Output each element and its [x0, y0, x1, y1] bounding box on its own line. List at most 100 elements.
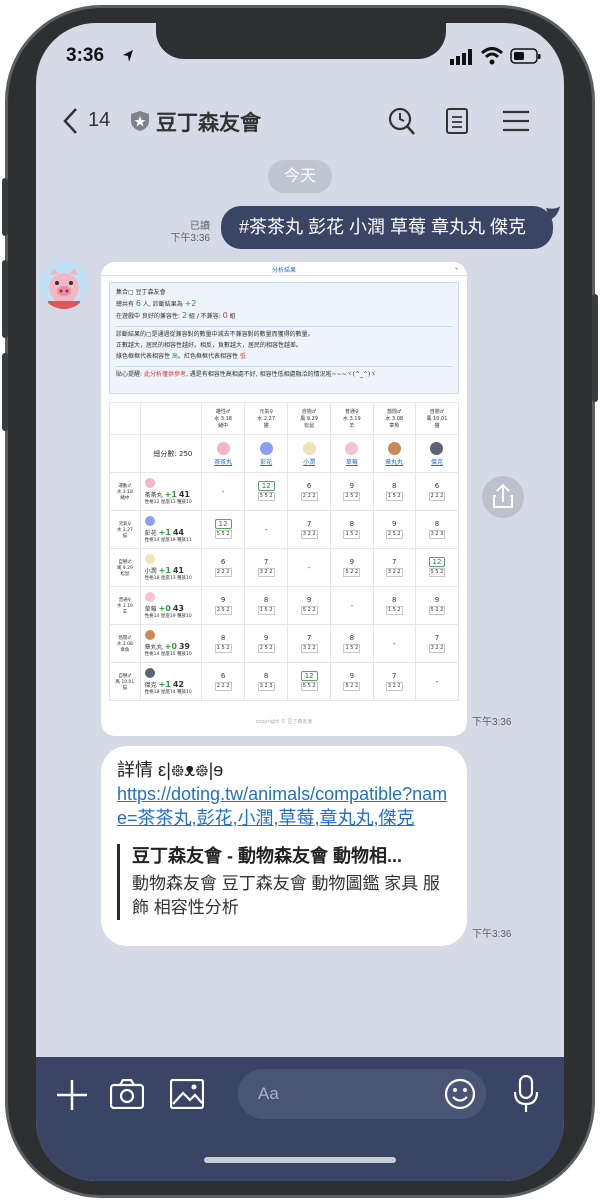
compat-cell: -: [330, 586, 374, 625]
preview-title: 豆丁森友會 - 動物森友會 動物相...: [132, 846, 402, 866]
villager-icon: [430, 441, 444, 455]
back-count[interactable]: 14: [88, 109, 110, 132]
column-name-cell: 彭花: [244, 434, 289, 473]
summary-count: 總共有 6 人, 診斷結果為 +2: [116, 299, 197, 308]
microphone-icon[interactable]: [512, 1075, 540, 1113]
row-villager: 茶茶丸 +1 41 性格12 星座13 種族10: [139, 472, 203, 511]
collapse-chevron-icon: ⌄: [453, 264, 459, 271]
compat-breakdown: 2 5 2: [245, 644, 287, 653]
power-button: [592, 294, 598, 402]
compat-value: 8: [434, 520, 440, 528]
avatar[interactable]: [40, 261, 88, 309]
compat-value: 12: [214, 519, 232, 529]
column-name[interactable]: 小潤: [288, 457, 330, 466]
row-name: 彭花: [144, 530, 157, 537]
compat-value: 7: [263, 558, 269, 566]
outgoing-message[interactable]: #茶茶丸 彭花 小潤 草莓 章丸丸 傑克: [221, 206, 553, 249]
compat-breakdown-chip: 2 2 2: [214, 568, 232, 577]
row-villager: 草莓 +0 43 性格14 星座19 種族10: [139, 586, 203, 625]
summary-note: 貼心提醒: 此分析僅供參考, 遇是有相容性高相處不好, 相容性低相處融洽的情況啦…: [116, 371, 377, 378]
result-image[interactable]: 分析結果 ⌄ 集合▢ 豆丁森友會 總共有 6 人, 診斷結果為 +2 在遊戲中 …: [101, 262, 467, 736]
compat-breakdown-chip: 3 2 2: [257, 568, 275, 577]
menu-icon[interactable]: [502, 109, 530, 133]
compat-value: 9: [349, 672, 355, 680]
compat-cell: 9 5 2 2: [287, 586, 332, 625]
back-chevron-icon[interactable]: [62, 107, 78, 135]
row-breakdown: 性格12 星座13 種族10: [144, 500, 192, 505]
compat-cell: -: [414, 662, 460, 701]
row-score: +1: [164, 490, 177, 499]
villager-icon: [144, 554, 155, 564]
row-breakdown: 性格18 星座14 種族10: [144, 690, 192, 695]
compat-breakdown-chip: 3 2 3: [257, 682, 275, 691]
compat-breakdown-chip: 3 2 2: [428, 644, 446, 653]
compat-breakdown-chip: 2 5 2: [257, 644, 275, 653]
date-divider: 今天: [268, 160, 332, 193]
message-time: 下午3:36: [170, 233, 210, 244]
compat-cell: -: [244, 510, 289, 549]
compat-breakdown-chip: 3 2 2: [300, 530, 318, 539]
row-name: 傑克: [144, 682, 157, 689]
column-name[interactable]: 傑克: [416, 457, 458, 466]
compat-value: 6: [220, 558, 226, 566]
column-name[interactable]: 茶茶丸: [202, 457, 244, 466]
camera-icon[interactable]: [110, 1079, 144, 1109]
table-row: 元氣♀ 水 2.27 猫彭花 +1 44 性格14 星座19 種族11 12 5 5 …: [109, 510, 460, 549]
villager-icon: [345, 441, 359, 455]
image-time: 下午3:36: [472, 717, 512, 728]
row-info: 運動♂ 水 3.18 緒中: [109, 472, 141, 511]
column-name[interactable]: 草莓: [331, 457, 372, 466]
compat-breakdown-chip: 1 5 2: [343, 644, 361, 653]
compat-breakdown: 3 2 2: [288, 644, 330, 653]
detail-link[interactable]: https://doting.tw/animals/compatible?nam…: [117, 782, 451, 830]
compat-breakdown-chip: 1 5 2: [385, 606, 403, 615]
emoji-icon[interactable]: [444, 1078, 476, 1110]
compat-value: 8: [220, 634, 226, 642]
compat-breakdown-chip: 1 5 2: [214, 644, 232, 653]
compat-breakdown: 2 5 2: [374, 530, 415, 539]
compat-cell: -: [201, 472, 246, 511]
row-score: +1: [158, 566, 171, 575]
compat-breakdown-chip: 2 5 2: [214, 606, 232, 615]
compat-value: -: [350, 601, 354, 610]
compat-value: 8: [392, 482, 397, 490]
column-name[interactable]: 彭花: [245, 457, 287, 466]
table-row: 自戀♂ 風 10.01 猫傑克 +1 42 性格18 星座14 種族10 6 2 2 …: [109, 662, 460, 701]
volume-up-button: [2, 260, 8, 338]
plus-icon[interactable]: [56, 1079, 88, 1111]
compat-value: 12: [257, 481, 275, 491]
compat-cell: 8 1 5 2: [330, 624, 374, 663]
compat-breakdown-chip: 1 5 2: [343, 530, 361, 539]
link-prefix: 詳情: [117, 760, 159, 780]
row-breakdown: 性格14 星座15 種族10: [144, 652, 192, 657]
search-icon[interactable]: [388, 107, 416, 137]
compat-breakdown: 2 5 2: [331, 492, 372, 501]
compat-value: 9: [263, 634, 269, 642]
compat-breakdown: 1 5 2: [374, 492, 415, 501]
column-name-cell: 傑克: [414, 434, 460, 473]
compat-cell: 7 3 2 2: [244, 548, 289, 587]
link-preview[interactable]: 豆丁森友會 - 動物森友會 動物相... 動物森友會 豆丁森友會 動物圖鑑 家具…: [117, 844, 451, 920]
compat-cell: 8 1 5 2: [201, 624, 246, 663]
compat-value: 9: [306, 596, 312, 604]
column-name[interactable]: 章丸丸: [374, 457, 415, 466]
villager-icon: [144, 592, 155, 602]
summary-pairs: 在遊戲中 良好的兼容性: 2 組 / 不兼容: 0 組: [116, 311, 236, 320]
compat-cell: 7 3 2 2: [287, 624, 332, 663]
column-info: 悠閒♂ 水 3.08 章魚: [372, 402, 416, 435]
bubble-tail: [546, 206, 560, 220]
compat-breakdown-chip: 2 5 2: [343, 492, 361, 501]
compat-value: 9: [392, 520, 397, 528]
row-info: 自戀♂ 風 10.01 猫: [109, 662, 141, 701]
copyright: copyright © 豆丁森友會: [255, 719, 313, 725]
compat-breakdown: 1 5 2: [331, 530, 372, 539]
compat-breakdown: 3 2 2: [374, 568, 415, 577]
share-button[interactable]: [482, 476, 524, 518]
notes-icon[interactable]: [445, 107, 469, 135]
compat-value: 7: [306, 634, 312, 642]
image-icon[interactable]: [170, 1079, 204, 1109]
volume-down-button: [2, 353, 8, 431]
column-name-cell: 草莓: [330, 434, 374, 473]
compat-breakdown: 5 5 2: [288, 682, 330, 691]
compat-value: 7: [392, 558, 397, 566]
